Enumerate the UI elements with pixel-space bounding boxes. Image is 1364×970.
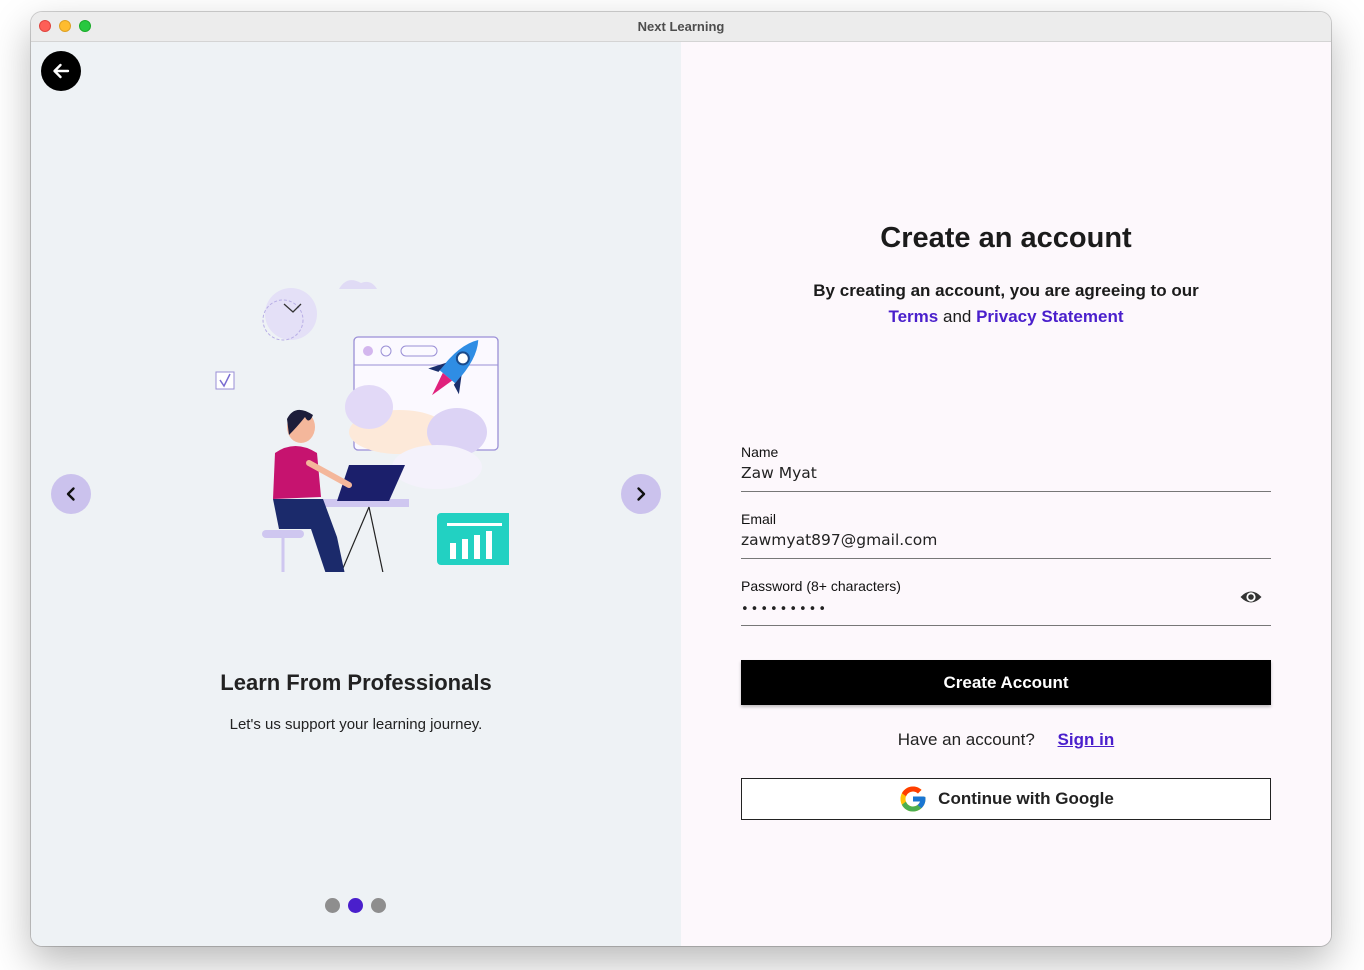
name-label: Name (741, 444, 779, 460)
create-account-button[interactable]: Create Account (741, 660, 1271, 705)
have-account-text: Have an account? (897, 730, 1035, 749)
next-slide-button[interactable] (621, 474, 661, 514)
google-logo-icon (900, 786, 926, 812)
chevron-left-icon (66, 487, 75, 501)
form-title: Create an account (880, 222, 1132, 254)
clock-icon (265, 288, 317, 340)
signup-form-panel: Create an account By creating an account… (681, 42, 1331, 946)
title-bar: Next Learning (31, 12, 1331, 42)
slide-title: Learn From Professionals (220, 670, 492, 695)
password-label: Password (8+ characters) (741, 578, 901, 594)
arrow-left-icon (53, 63, 70, 79)
slide-subtitle: Let's us support your learning journey. (229, 716, 483, 733)
carousel-dot-2[interactable] (348, 898, 363, 913)
email-field: Email zawmyat897@gmail.com (741, 511, 1271, 559)
terms-link[interactable]: Terms (888, 307, 938, 326)
chart-card-icon (437, 513, 509, 565)
email-input[interactable]: zawmyat897@gmail.com (741, 531, 1221, 549)
agreement-text: By creating an account, you are agreeing… (681, 278, 1331, 330)
chevron-right-icon (637, 487, 646, 501)
carousel-dots (325, 898, 386, 913)
check-bubble-icon (215, 371, 235, 390)
name-input[interactable]: Zaw Myat (741, 464, 1221, 482)
privacy-statement-link[interactable]: Privacy Statement (976, 307, 1123, 326)
password-field: Password (8+ characters) ••••••••• (741, 578, 1271, 626)
app-window: Next Learning Learn From Professionals L… (31, 12, 1331, 946)
agreement-line: By creating an account, you are agreeing… (813, 281, 1199, 300)
continue-with-google-button[interactable]: Continue with Google (741, 778, 1271, 820)
password-input[interactable]: ••••••••• (741, 602, 1221, 617)
back-button[interactable] (41, 51, 81, 91)
eye-icon[interactable] (1239, 588, 1263, 606)
carousel-dot-3[interactable] (371, 898, 386, 913)
onboarding-panel: Learn From Professionals Let's us suppor… (31, 42, 681, 946)
window-title: Next Learning (637, 19, 725, 34)
email-label: Email (741, 511, 777, 527)
sign-in-link[interactable]: Sign in (1058, 730, 1115, 749)
have-account-row: Have an account? Sign in (681, 730, 1331, 750)
carousel-dot-1[interactable] (325, 898, 340, 913)
previous-slide-button[interactable] (51, 474, 91, 514)
name-field: Name Zaw Myat (741, 444, 1271, 492)
google-button-label: Continue with Google (938, 789, 1114, 808)
learning-illustration (215, 280, 509, 572)
and-text: and (942, 307, 972, 326)
